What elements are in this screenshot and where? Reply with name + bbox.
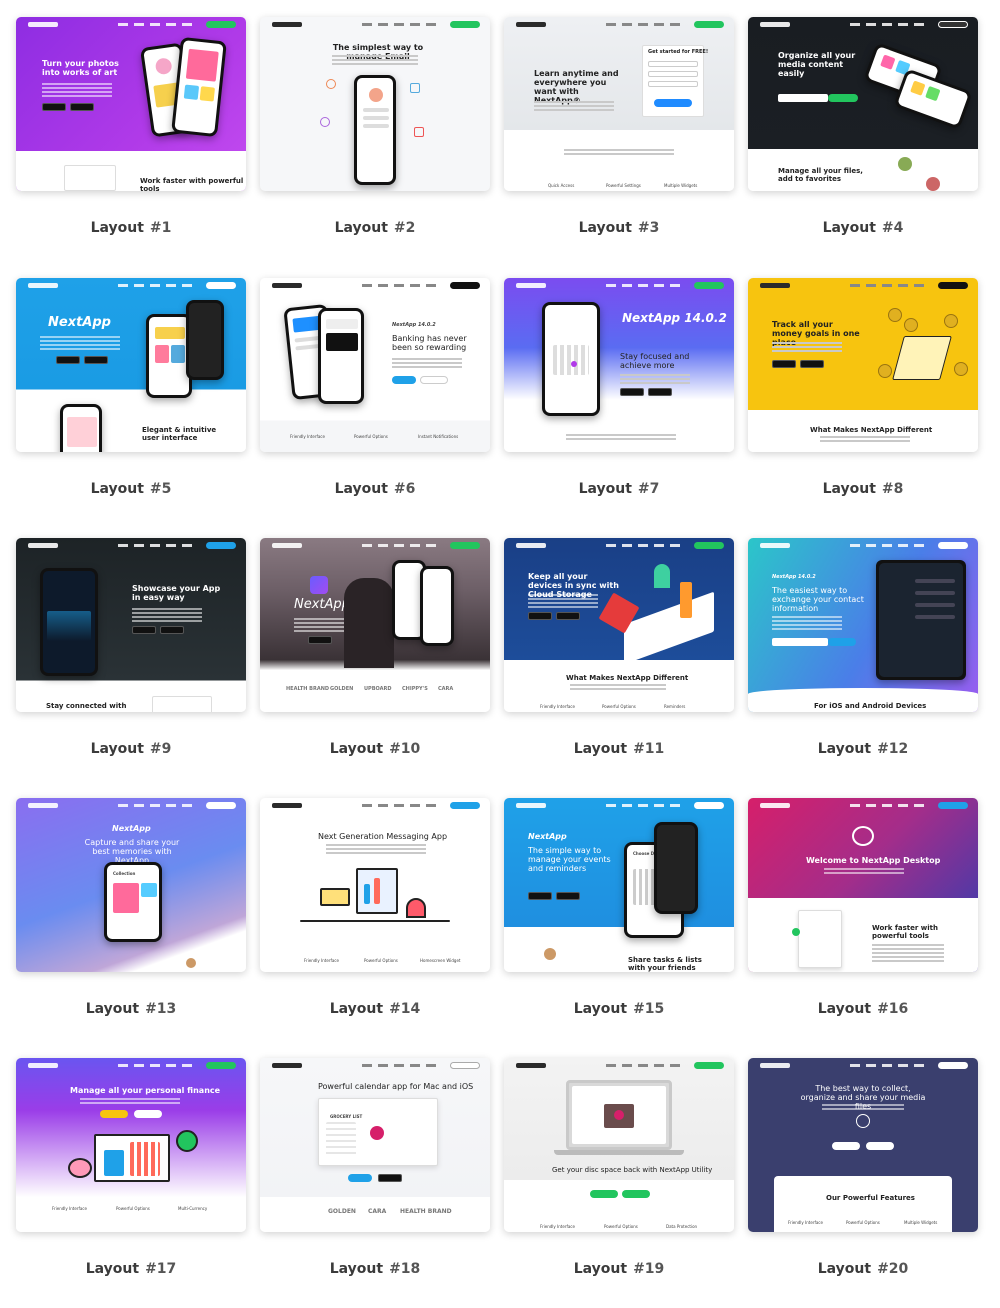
layout-card-3[interactable]: Learn anytime and everywhere you want wi… [504, 17, 734, 236]
layout-thumbnail-8[interactable]: Track all your money goals in one place … [748, 278, 978, 452]
hero-headline: Get your disc space back with NextApp Ut… [552, 1166, 713, 1174]
layout-card-20[interactable]: The best way to collect, organize and sh… [748, 1058, 978, 1277]
layout-card-17[interactable]: Manage all your personal finance Friendl… [16, 1058, 246, 1277]
section-heading: Elegant & intuitive user interface [142, 426, 217, 442]
layout-gallery: Turn your photos into works of art Work … [0, 0, 1000, 1308]
layout-card-1[interactable]: Turn your photos into works of art Work … [16, 17, 246, 236]
layout-card-16[interactable]: Welcome to NextApp Desktop Work faster w… [748, 798, 978, 1017]
hero-headline: The easiest way to exchange your contact… [772, 586, 864, 613]
layout-card-7[interactable]: NextApp 14.0.2 Stay focused and achieve … [504, 278, 734, 497]
section-heading: What Makes NextApp Different [566, 674, 689, 682]
layout-thumbnail-9[interactable]: Showcase your App in easy way Stay conne… [16, 538, 246, 712]
layout-card-8[interactable]: Track all your money goals in one place … [748, 278, 978, 497]
layout-card-19[interactable]: Get your disc space back with NextApp Ut… [504, 1058, 734, 1277]
layout-thumbnail-18[interactable]: Powerful calendar app for Mac and iOS GR… [260, 1058, 490, 1232]
section-heading: Work faster with powerful tools [140, 177, 244, 191]
layout-thumbnail-4[interactable]: Organize all your media content easily M… [748, 17, 978, 191]
section-heading: Work faster with powerful tools [872, 924, 938, 940]
layout-thumbnail-19[interactable]: Get your disc space back with NextApp Ut… [504, 1058, 734, 1232]
layout-card-5[interactable]: NextApp Elegant & intuitive user interfa… [16, 278, 246, 497]
hero-kicker: NextApp 14.0.2 [622, 311, 727, 325]
layout-card-12[interactable]: NextApp 14.0.2 The easiest way to exchan… [748, 538, 978, 757]
hero-headline: Powerful calendar app for Mac and iOS [318, 1082, 474, 1091]
layout-thumbnail-12[interactable]: NextApp 14.0.2 The easiest way to exchan… [748, 538, 978, 712]
layout-thumbnail-14[interactable]: Next Generation Messaging App Friendly I… [260, 798, 490, 972]
layout-thumbnail-16[interactable]: Welcome to NextApp Desktop Work faster w… [748, 798, 978, 972]
hero-headline: The simple way to manage your events and… [528, 846, 611, 873]
hero-headline: Welcome to NextApp Desktop [806, 856, 941, 865]
layout-card-13[interactable]: NextApp Capture and share your best memo… [16, 798, 246, 1017]
layout-card-10[interactable]: NextApp HEALTH BRAND GOLDEN UPBOARD CHIP… [260, 538, 490, 757]
hero-headline: Manage all your personal finance [70, 1086, 221, 1095]
section-heading: Share tasks & lists with your friends [628, 956, 702, 972]
layout-thumbnail-6[interactable]: NextApp 14.0.2 Banking has never been so… [260, 278, 490, 452]
section-heading: Our Powerful Features [826, 1194, 915, 1202]
layout-thumbnail-7[interactable]: NextApp 14.0.2 Stay focused and achieve … [504, 278, 734, 452]
layout-card-18[interactable]: Powerful calendar app for Mac and iOS GR… [260, 1058, 490, 1277]
layout-card-15[interactable]: NextApp The simple way to manage your ev… [504, 798, 734, 1017]
layout-card-14[interactable]: Next Generation Messaging App Friendly I… [260, 798, 490, 1017]
section-heading: For iOS and Android Devices [814, 702, 927, 710]
hero-headline: Stay focused and achieve more [620, 352, 690, 370]
layout-card-11[interactable]: Keep all your devices in sync with Cloud… [504, 538, 734, 757]
layout-thumbnail-10[interactable]: NextApp HEALTH BRAND GOLDEN UPBOARD CHIP… [260, 538, 490, 712]
layout-card-4[interactable]: Organize all your media content easily M… [748, 17, 978, 236]
layout-thumbnail-15[interactable]: NextApp The simple way to manage your ev… [504, 798, 734, 972]
layout-thumbnail-17[interactable]: Manage all your personal finance Friendl… [16, 1058, 246, 1232]
layout-thumbnail-11[interactable]: Keep all your devices in sync with Cloud… [504, 538, 734, 712]
section-heading: What Makes NextApp Different [810, 426, 933, 434]
layout-card-6[interactable]: NextApp 14.0.2 Banking has never been so… [260, 278, 490, 497]
section-heading: Stay connected with [46, 702, 127, 710]
layout-card-2[interactable]: The simplest way to manage Email Layout#… [260, 17, 490, 236]
layout-thumbnail-13[interactable]: NextApp Capture and share your best memo… [16, 798, 246, 972]
hero-headline: Next Generation Messaging App [318, 832, 448, 841]
hero-headline: Organize all your media content easily [778, 51, 856, 78]
hero-kicker: NextApp [528, 832, 567, 841]
hero-kicker: NextApp [112, 824, 151, 833]
hero-headline: Banking has never been so rewarding [392, 334, 467, 352]
layout-thumbnail-5[interactable]: NextApp Elegant & intuitive user interfa… [16, 278, 246, 452]
hero-headline: Capture and share your best memories wit… [84, 838, 180, 865]
layout-thumbnail-2[interactable]: The simplest way to manage Email [260, 17, 490, 191]
hero-headline: Learn anytime and everywhere you want wi… [534, 69, 619, 105]
hero-headline: NextApp [48, 315, 111, 330]
layout-thumbnail-20[interactable]: The best way to collect, organize and sh… [748, 1058, 978, 1232]
section-heading: Manage all your files, add to favorites [778, 167, 863, 183]
layout-label: Layout #1 [90, 220, 172, 236]
layout-card-9[interactable]: Showcase your App in easy way Stay conne… [16, 538, 246, 757]
hero-headline: Turn your photos into works of art [42, 59, 119, 77]
layout-thumbnail-1[interactable]: Turn your photos into works of art Work … [16, 17, 246, 191]
layout-thumbnail-3[interactable]: Learn anytime and everywhere you want wi… [504, 17, 734, 191]
hero-headline: NextApp [294, 597, 350, 612]
hero-headline: Showcase your App in easy way [132, 584, 221, 602]
